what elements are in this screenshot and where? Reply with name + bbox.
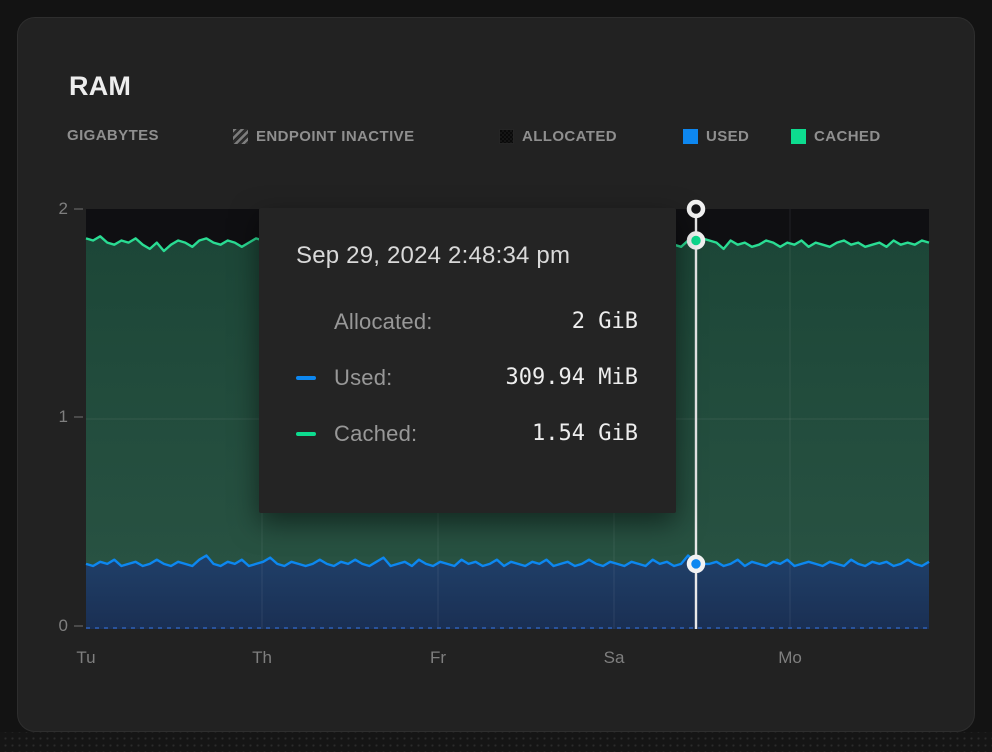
chart-legend: GIGABYTES ENDPOINT INACTIVE ALLOCATED US… [18,126,976,148]
x-tick-label-sa: Sa [604,648,625,668]
tooltip-row-used: Used: 309.94 MiB [296,362,638,393]
x-tick-label-fr: Fr [430,648,446,668]
tooltip-value: 309.94 MiB [506,365,638,390]
tooltip-timestamp: Sep 29, 2024 2:48:34 pm [296,242,638,270]
legend-item-endpoint-inactive[interactable]: ENDPOINT INACTIVE [233,126,414,146]
used-dash-icon [296,376,316,380]
tooltip-value: 1.54 GiB [532,421,638,446]
legend-label: ALLOCATED [522,128,617,145]
legend-item-allocated[interactable]: ALLOCATED [499,126,617,146]
legend-item-cached[interactable]: CACHED [791,126,881,146]
y-tick-label-2: 2 [36,199,68,219]
allocated-dash-icon [296,320,316,324]
legend-label: ENDPOINT INACTIVE [256,128,414,145]
y-tick-label-0: 0 [36,616,68,636]
cached-dash-icon [296,432,316,436]
y-tick-label-1: 1 [36,407,68,427]
used-swatch-icon [683,129,698,144]
legend-item-used[interactable]: USED [683,126,749,146]
dotted-background-strip [0,732,992,752]
allocated-swatch-icon [499,129,514,144]
tooltip-label: Used: [334,365,392,391]
tooltip-rows: Allocated: 2 GiB Used: 309.94 MiB Cached… [296,306,638,449]
x-tick-label-mo: Mo [778,648,802,668]
y-axis-unit-label: GIGABYTES [67,126,159,146]
ram-metrics-card: RAM GIGABYTES ENDPOINT INACTIVE ALLOCATE… [17,17,975,732]
tooltip-label: Allocated: [334,309,433,335]
page-background: RAM GIGABYTES ENDPOINT INACTIVE ALLOCATE… [0,0,992,752]
tooltip-value: 2 GiB [572,309,638,334]
hatched-swatch-icon [233,129,248,144]
tooltip-row-allocated: Allocated: 2 GiB [296,306,638,337]
page-title: RAM [69,71,131,102]
legend-label: USED [706,128,749,145]
tooltip-row-cached: Cached: 1.54 GiB [296,418,638,449]
y-tick-mark [74,625,83,627]
x-tick-label-th: Th [252,648,272,668]
tooltip-label: Cached: [334,421,417,447]
y-tick-mark [74,208,83,210]
y-tick-mark [74,416,83,418]
legend-label: CACHED [814,128,881,145]
chart-tooltip: Sep 29, 2024 2:48:34 pm Allocated: 2 GiB… [259,208,676,513]
x-tick-label-tu: Tu [76,648,95,668]
cached-swatch-icon [791,129,806,144]
